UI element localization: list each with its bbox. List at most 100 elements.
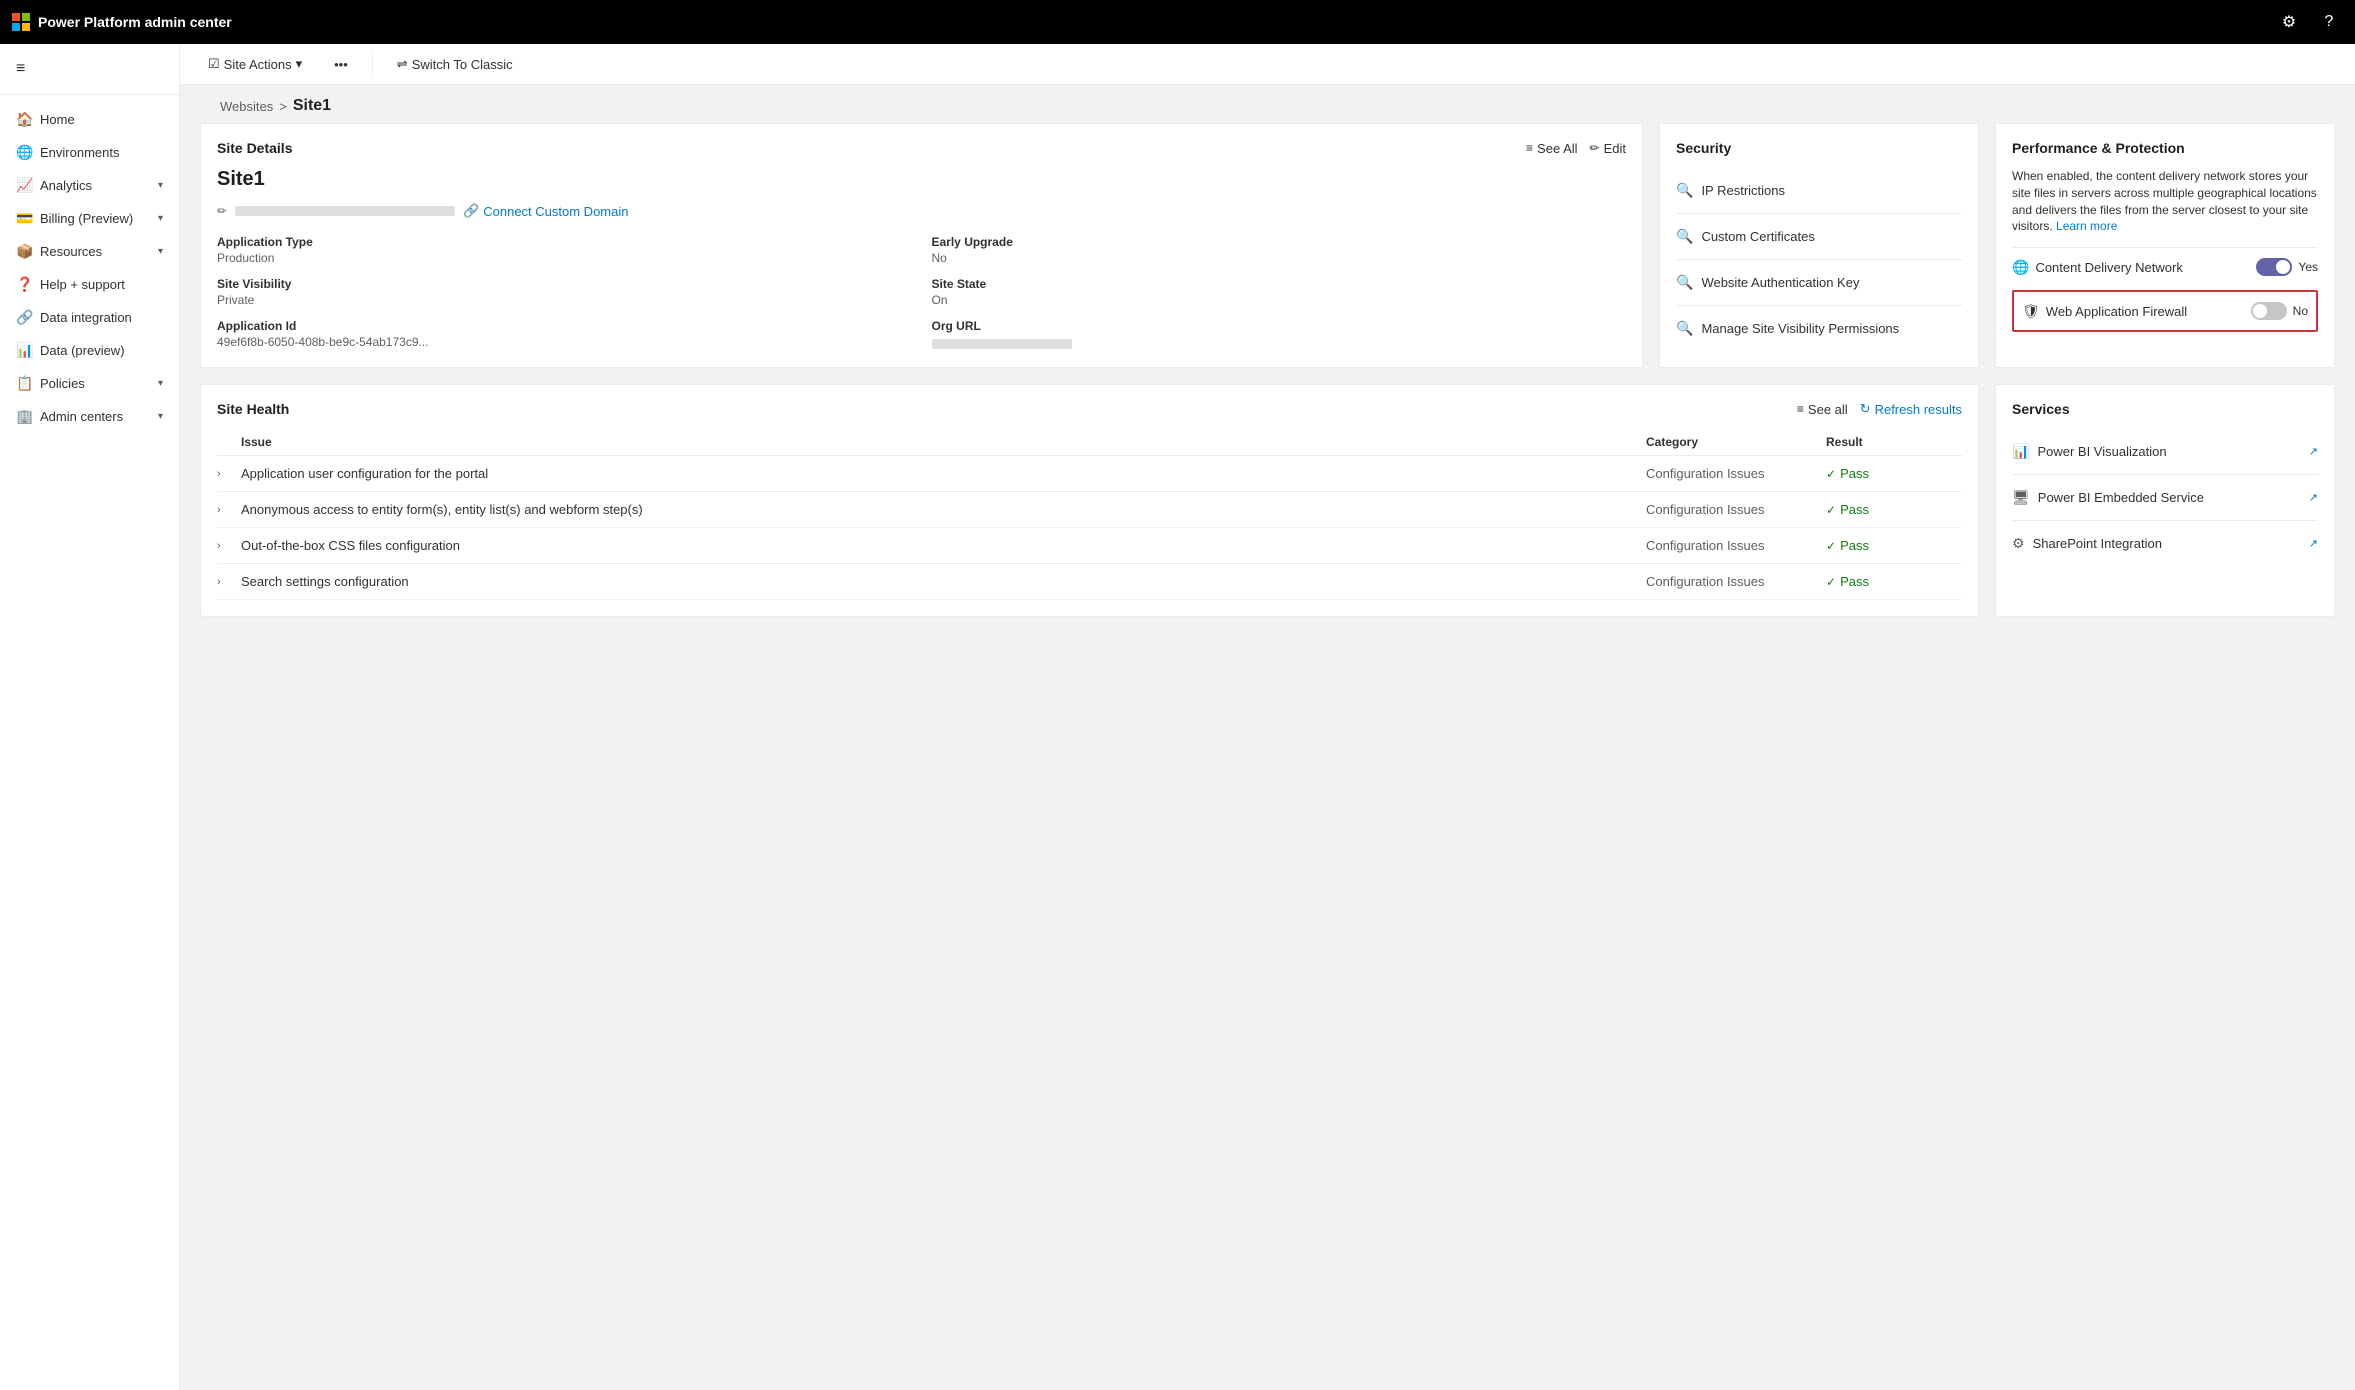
sidebar-label-admin-centers: Admin centers	[40, 409, 150, 424]
waf-value-text: No	[2293, 304, 2308, 318]
waf-toggle-switch[interactable]	[2251, 302, 2287, 320]
detail-app-id: Application Id 49ef6f8b-6050-408b-be9c-5…	[217, 319, 912, 349]
data-integration-icon: 🔗	[16, 309, 32, 326]
refresh-results-button[interactable]: ↻ Refresh results	[1860, 401, 1962, 417]
cdn-toggle-switch[interactable]	[2256, 258, 2292, 276]
sidebar-item-admin-centers[interactable]: 🏢 Admin centers ▾	[0, 400, 179, 433]
service-item-sharepoint[interactable]: ⚙ SharePoint Integration ↗	[2012, 521, 2318, 566]
health-table: Issue Category Result › Application user…	[217, 429, 1962, 600]
sidebar-label-help: Help + support	[40, 277, 163, 292]
detail-site-visibility: Site Visibility Private	[217, 277, 912, 307]
resources-icon: 📦	[16, 243, 32, 260]
security-item-website-auth-key[interactable]: 🔍 Website Authentication Key	[1676, 260, 1962, 306]
expand-row-3[interactable]: ›	[217, 576, 241, 588]
site-health-header: Site Health ≡ See all ↻ Refresh results	[217, 401, 1962, 417]
topbar: Power Platform admin center ⚙ ?	[0, 0, 2355, 44]
performance-card: Performance & Protection When enabled, t…	[1995, 123, 2335, 368]
switch-label: Switch To Classic	[412, 57, 513, 72]
action-bar-divider	[372, 54, 373, 74]
waf-icon: 🛡	[2022, 303, 2040, 320]
health-issue-2: Out-of-the-box CSS files configuration	[241, 538, 1646, 553]
waf-label: 🛡 Web Application Firewall	[2022, 303, 2187, 320]
sidebar-item-resources[interactable]: 📦 Resources ▾	[0, 235, 179, 268]
power-bi-viz-label: Power BI Visualization	[2037, 444, 2300, 459]
more-actions-button[interactable]: •••	[326, 53, 356, 76]
col-category: Category	[1646, 435, 1826, 449]
security-card: Security 🔍 IP Restrictions 🔍 Custom Cert…	[1659, 123, 1979, 368]
main-content: ☑ Site Actions ▾ ••• ⇌ Switch To Classic…	[180, 44, 2355, 1390]
sidebar-item-environments[interactable]: 🌐 Environments	[0, 136, 179, 169]
edit-button[interactable]: ✏ Edit	[1590, 141, 1626, 156]
sidebar-label-data-integration: Data integration	[40, 310, 163, 325]
site-url-blurred	[235, 206, 455, 216]
detail-app-type-label: Application Type	[217, 235, 912, 249]
health-category-2: Configuration Issues	[1646, 538, 1826, 553]
power-bi-embedded-label: Power BI Embedded Service	[2038, 490, 2301, 505]
content-area: Websites > Site1 Site Details ≡ See All	[180, 85, 2355, 1390]
see-all-button[interactable]: ≡ See All	[1526, 141, 1578, 156]
sidebar-item-data-preview[interactable]: 📊 Data (preview)	[0, 334, 179, 367]
sidebar-item-help[interactable]: ❓ Help + support	[0, 268, 179, 301]
learn-more-link[interactable]: Learn more	[2056, 219, 2117, 233]
service-item-power-bi-embedded[interactable]: 🖥 Power BI Embedded Service ↗	[2012, 475, 2318, 521]
manage-visibility-icon: 🔍	[1676, 320, 1693, 337]
detail-site-state-label: Site State	[932, 277, 1627, 291]
see-all-health-button[interactable]: ≡ See all	[1797, 402, 1848, 417]
performance-header: Performance & Protection	[2012, 140, 2318, 156]
custom-certs-icon: 🔍	[1676, 228, 1693, 245]
sidebar-label-resources: Resources	[40, 244, 150, 259]
cdn-label-text: Content Delivery Network	[2035, 260, 2182, 275]
service-item-power-bi-viz[interactable]: 📊 Power BI Visualization ↗	[2012, 429, 2318, 475]
breadcrumb-parent[interactable]: Websites	[220, 99, 273, 114]
detail-site-state-value: On	[932, 293, 1627, 307]
security-item-ip-restrictions[interactable]: 🔍 IP Restrictions	[1676, 168, 1962, 214]
performance-title: Performance & Protection	[2012, 140, 2185, 156]
services-title: Services	[2012, 401, 2070, 417]
environments-icon: 🌐	[16, 144, 32, 161]
security-item-custom-certs[interactable]: 🔍 Custom Certificates	[1676, 214, 1962, 260]
sidebar-item-data-integration[interactable]: 🔗 Data integration	[0, 301, 179, 334]
policies-icon: 📋	[16, 375, 32, 392]
health-result-0: ✓ Pass	[1826, 466, 1946, 481]
help-icon[interactable]: ?	[2315, 8, 2343, 36]
sidebar-item-billing[interactable]: 💳 Billing (Preview) ▾	[0, 202, 179, 235]
col-expand	[217, 435, 241, 449]
breadcrumb-current: Site1	[293, 97, 331, 115]
hamburger-menu[interactable]: ≡	[0, 52, 179, 86]
power-bi-viz-icon: 📊	[2012, 443, 2029, 460]
expand-row-0[interactable]: ›	[217, 468, 241, 480]
action-bar: ☑ Site Actions ▾ ••• ⇌ Switch To Classic	[180, 44, 2355, 85]
expand-row-2[interactable]: ›	[217, 540, 241, 552]
site-health-actions: ≡ See all ↻ Refresh results	[1797, 401, 1962, 417]
admin-centers-chevron: ▾	[158, 411, 163, 422]
sidebar-item-policies[interactable]: 📋 Policies ▾	[0, 367, 179, 400]
health-issue-1: Anonymous access to entity form(s), enti…	[241, 502, 1646, 517]
security-item-manage-visibility[interactable]: 🔍 Manage Site Visibility Permissions	[1676, 306, 1962, 351]
site-url-row: ✏ 🔗 Connect Custom Domain	[217, 203, 1626, 219]
data-preview-icon: 📊	[16, 342, 32, 359]
power-bi-viz-ext-icon: ↗	[2309, 445, 2318, 458]
detail-site-visibility-value: Private	[217, 293, 912, 307]
sidebar-item-home[interactable]: 🏠 Home	[0, 103, 179, 136]
cdn-toggle-row: 🌐 Content Delivery Network Yes	[2012, 247, 2318, 286]
col-issue: Issue	[241, 435, 1646, 449]
sidebar-label-policies: Policies	[40, 376, 150, 391]
health-result-text-2: Pass	[1840, 538, 1869, 553]
site-actions-checkbox-icon: ☑	[208, 56, 220, 72]
site-health-title: Site Health	[217, 401, 289, 417]
site-actions-button[interactable]: ☑ Site Actions ▾	[200, 52, 310, 76]
details-grid: Application Type Production Early Upgrad…	[217, 235, 1626, 349]
detail-org-url-blurred	[932, 339, 1072, 349]
detail-early-upgrade: Early Upgrade No	[932, 235, 1627, 265]
app-title: Power Platform admin center	[38, 14, 232, 30]
detail-site-visibility-label: Site Visibility	[217, 277, 912, 291]
sidebar-label-environments: Environments	[40, 145, 163, 160]
health-result-text-3: Pass	[1840, 574, 1869, 589]
settings-icon[interactable]: ⚙	[2275, 8, 2303, 36]
switch-classic-button[interactable]: ⇌ Switch To Classic	[389, 52, 521, 76]
connect-domain-link[interactable]: 🔗 Connect Custom Domain	[463, 203, 628, 219]
sidebar-item-analytics[interactable]: 📈 Analytics ▾	[0, 169, 179, 202]
site-details-actions: ≡ See All ✏ Edit	[1526, 141, 1626, 156]
health-row-0: › Application user configuration for the…	[217, 456, 1962, 492]
expand-row-1[interactable]: ›	[217, 504, 241, 516]
